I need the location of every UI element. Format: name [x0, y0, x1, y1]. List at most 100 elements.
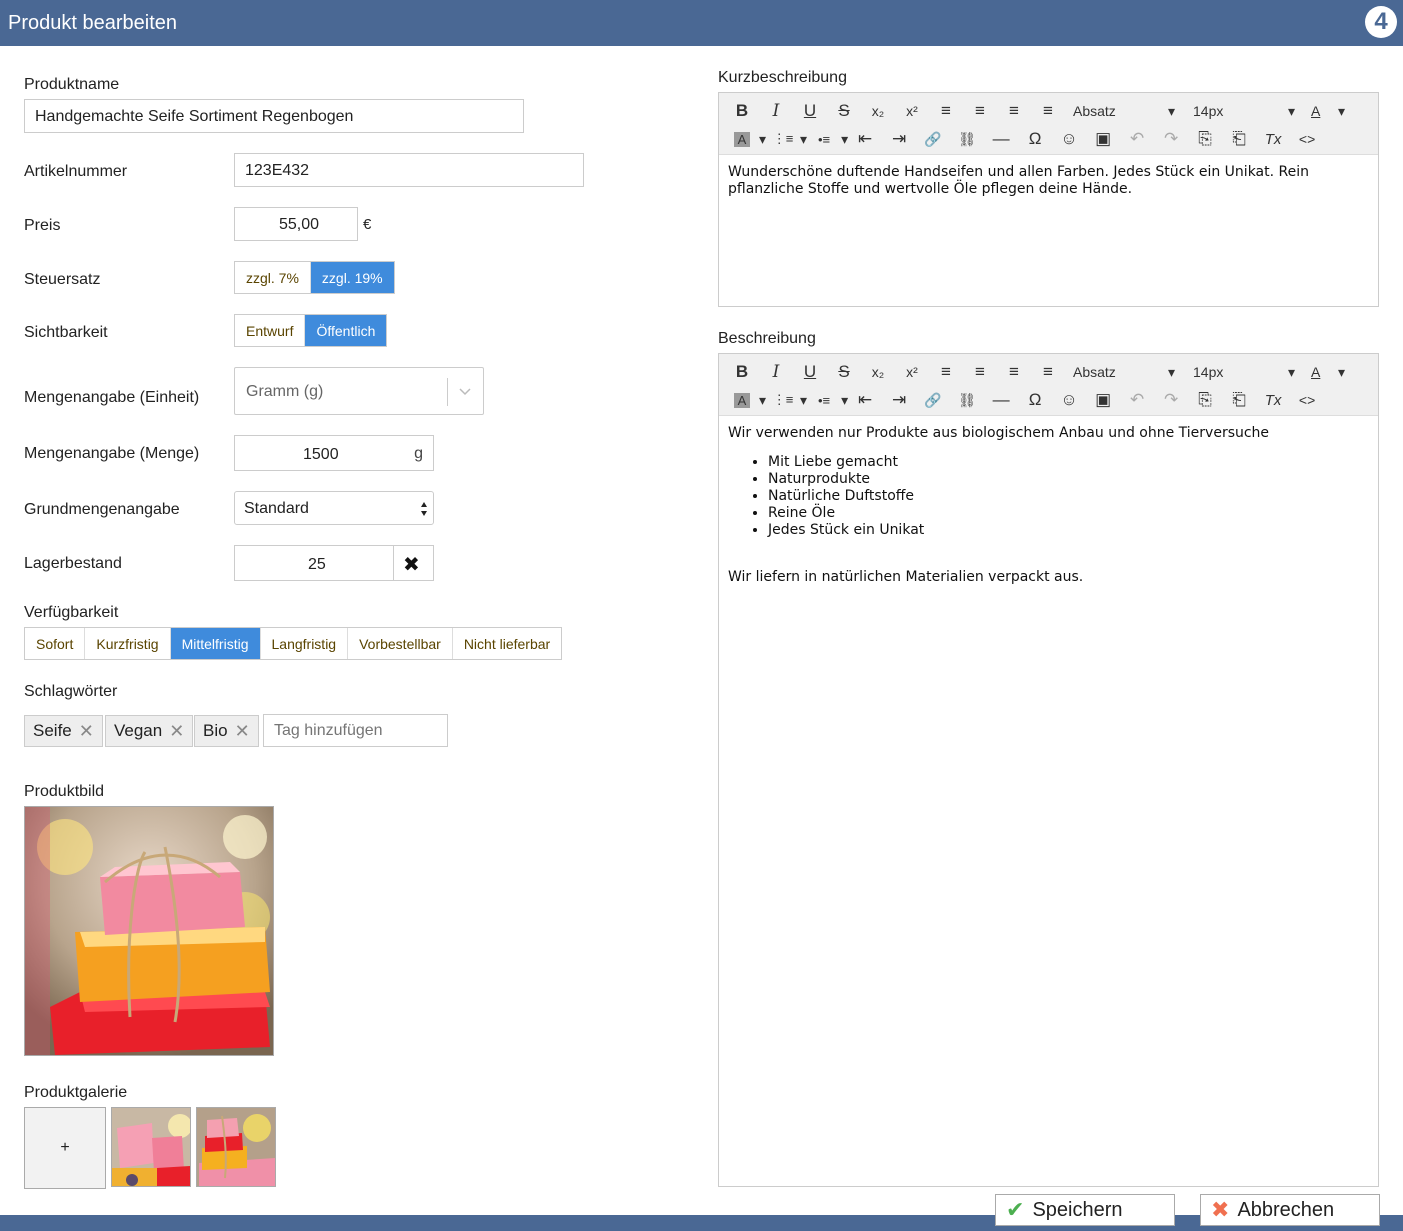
- format-dropdown[interactable]: Absatz ▾: [1065, 103, 1185, 120]
- unlink-icon[interactable]: ⛓: [950, 392, 984, 409]
- format-dropdown[interactable]: Absatz ▾: [1065, 364, 1185, 381]
- clear-stock-button[interactable]: ✖: [403, 552, 420, 577]
- tax-option-19[interactable]: zzgl. 19%: [310, 262, 394, 293]
- bold-icon[interactable]: B: [725, 362, 759, 382]
- align-justify-icon[interactable]: ≡: [1031, 101, 1065, 121]
- cancel-button[interactable]: ✖ Abbrechen: [1200, 1194, 1380, 1226]
- indent-icon[interactable]: ⇥: [882, 390, 916, 410]
- short-desc-content[interactable]: Wunderschöne duftende Handseifen und all…: [719, 155, 1378, 207]
- horizontal-rule-icon[interactable]: —: [984, 129, 1018, 149]
- availability-option-mittelfristig[interactable]: Mittelfristig: [170, 628, 261, 659]
- editor-toolbar: B I U S x₂ x² ≡ ≡ ≡ ≡ Absatz ▾ 14px ▾ A ▾ A…: [719, 93, 1378, 155]
- indent-icon[interactable]: ⇥: [882, 129, 916, 149]
- remove-tag-icon[interactable]: ✕: [235, 721, 250, 742]
- redo-icon[interactable]: ↷: [1154, 129, 1188, 149]
- availability-option-langfristig[interactable]: Langfristig: [260, 628, 349, 659]
- clear-format-icon[interactable]: Tx: [1256, 131, 1290, 148]
- subscript-icon[interactable]: x₂: [861, 364, 895, 380]
- availability-option-nicht-lieferbar[interactable]: Nicht lieferbar: [452, 628, 562, 659]
- bold-icon[interactable]: B: [725, 101, 759, 121]
- redo-icon[interactable]: ↷: [1154, 390, 1188, 410]
- tax-option-7[interactable]: zzgl. 7%: [235, 262, 311, 293]
- add-gallery-image-button[interactable]: +: [24, 1107, 106, 1189]
- caret-down-icon[interactable]: ▾: [759, 392, 766, 409]
- undo-icon[interactable]: ↶: [1120, 390, 1154, 410]
- remove-tag-icon[interactable]: ✕: [169, 721, 184, 742]
- align-right-icon[interactable]: ≡: [997, 362, 1031, 382]
- strikethrough-icon[interactable]: S: [827, 362, 861, 382]
- description-content[interactable]: Wir verwenden nur Produkte aus biologisc…: [719, 416, 1378, 595]
- caret-down-icon[interactable]: ▾: [759, 131, 766, 148]
- price-input[interactable]: 55,00: [234, 207, 358, 241]
- superscript-icon[interactable]: x²: [895, 103, 929, 119]
- base-unit-select[interactable]: Standard: [234, 491, 434, 525]
- numbered-list-icon[interactable]: ⋮≡: [766, 392, 800, 408]
- align-left-icon[interactable]: ≡: [929, 101, 963, 121]
- copy-icon[interactable]: ⎘: [1188, 129, 1222, 149]
- outdent-icon[interactable]: ⇤: [848, 129, 882, 149]
- paste-icon[interactable]: ⎗: [1222, 129, 1256, 149]
- tag-input[interactable]: [263, 714, 448, 747]
- font-size-dropdown[interactable]: 14px ▾: [1185, 103, 1305, 120]
- availability-option-sofort[interactable]: Sofort: [25, 628, 86, 659]
- source-code-icon[interactable]: <>: [1290, 131, 1324, 147]
- select-arrows-icon: [421, 502, 427, 516]
- availability-option-vorbestellbar[interactable]: Vorbestellbar: [348, 628, 453, 659]
- bullet-list-icon[interactable]: •≡: [807, 393, 841, 408]
- underline-icon[interactable]: U: [793, 362, 827, 382]
- strikethrough-icon[interactable]: S: [827, 101, 861, 121]
- align-justify-icon[interactable]: ≡: [1031, 362, 1065, 382]
- outdent-icon[interactable]: ⇤: [848, 390, 882, 410]
- gallery-thumbnail[interactable]: [196, 1107, 276, 1187]
- availability-option-kurzfristig[interactable]: Kurzfristig: [85, 628, 171, 659]
- align-center-icon[interactable]: ≡: [963, 362, 997, 382]
- visibility-option-draft[interactable]: Entwurf: [235, 315, 306, 346]
- image-icon[interactable]: ▣: [1086, 390, 1120, 410]
- background-color-icon[interactable]: A: [734, 131, 750, 147]
- align-center-icon[interactable]: ≡: [963, 101, 997, 121]
- underline-icon[interactable]: U: [793, 101, 827, 121]
- superscript-icon[interactable]: x²: [895, 364, 929, 380]
- link-icon[interactable]: 🔗: [916, 131, 950, 148]
- font-size-dropdown[interactable]: 14px ▾: [1185, 364, 1305, 381]
- special-char-icon[interactable]: Ω: [1018, 390, 1052, 410]
- tags-label: Schlagwörter: [24, 683, 118, 700]
- caret-down-icon[interactable]: ▾: [800, 131, 807, 148]
- copy-icon[interactable]: ⎘: [1188, 390, 1222, 410]
- save-button[interactable]: ✔ Speichern: [995, 1194, 1175, 1226]
- align-left-icon[interactable]: ≡: [929, 362, 963, 382]
- paste-icon[interactable]: ⎗: [1222, 390, 1256, 410]
- italic-icon[interactable]: I: [759, 362, 793, 382]
- unlink-icon[interactable]: ⛓: [950, 131, 984, 148]
- text-color-dropdown[interactable]: A ▾: [1305, 364, 1345, 381]
- numbered-list-icon[interactable]: ⋮≡: [766, 131, 800, 147]
- emoji-icon[interactable]: ☺: [1052, 390, 1086, 410]
- text-color-dropdown[interactable]: A ▾: [1305, 103, 1345, 120]
- subscript-icon[interactable]: x₂: [861, 103, 895, 119]
- bullet-list-icon[interactable]: •≡: [807, 132, 841, 147]
- emoji-icon[interactable]: ☺: [1052, 129, 1086, 149]
- image-icon[interactable]: ▣: [1086, 129, 1120, 149]
- caret-down-icon[interactable]: ▾: [800, 392, 807, 409]
- link-icon[interactable]: 🔗: [916, 392, 950, 409]
- product-image[interactable]: [24, 806, 274, 1056]
- name-label: Produktname: [24, 76, 120, 93]
- caret-down-icon[interactable]: ▾: [841, 131, 848, 148]
- clear-format-icon[interactable]: Tx: [1256, 392, 1290, 409]
- caret-down-icon[interactable]: ▾: [841, 392, 848, 409]
- undo-icon[interactable]: ↶: [1120, 129, 1154, 149]
- unit-select[interactable]: Gramm (g): [234, 367, 484, 415]
- remove-tag-icon[interactable]: ✕: [79, 721, 94, 742]
- source-code-icon[interactable]: <>: [1290, 392, 1324, 408]
- product-name-input[interactable]: Handgemachte Seife Sortiment Regenbogen: [24, 99, 524, 133]
- quantity-input[interactable]: 1500 g: [234, 435, 434, 471]
- horizontal-rule-icon[interactable]: —: [984, 390, 1018, 410]
- gallery-thumbnail[interactable]: [111, 1107, 191, 1187]
- sku-input[interactable]: 123E432: [234, 153, 584, 187]
- caret-down-icon: ▾: [1167, 102, 1175, 119]
- align-right-icon[interactable]: ≡: [997, 101, 1031, 121]
- visibility-option-public[interactable]: Öffentlich: [305, 315, 387, 346]
- italic-icon[interactable]: I: [759, 101, 793, 121]
- special-char-icon[interactable]: Ω: [1018, 129, 1052, 149]
- background-color-icon[interactable]: A: [734, 392, 750, 408]
